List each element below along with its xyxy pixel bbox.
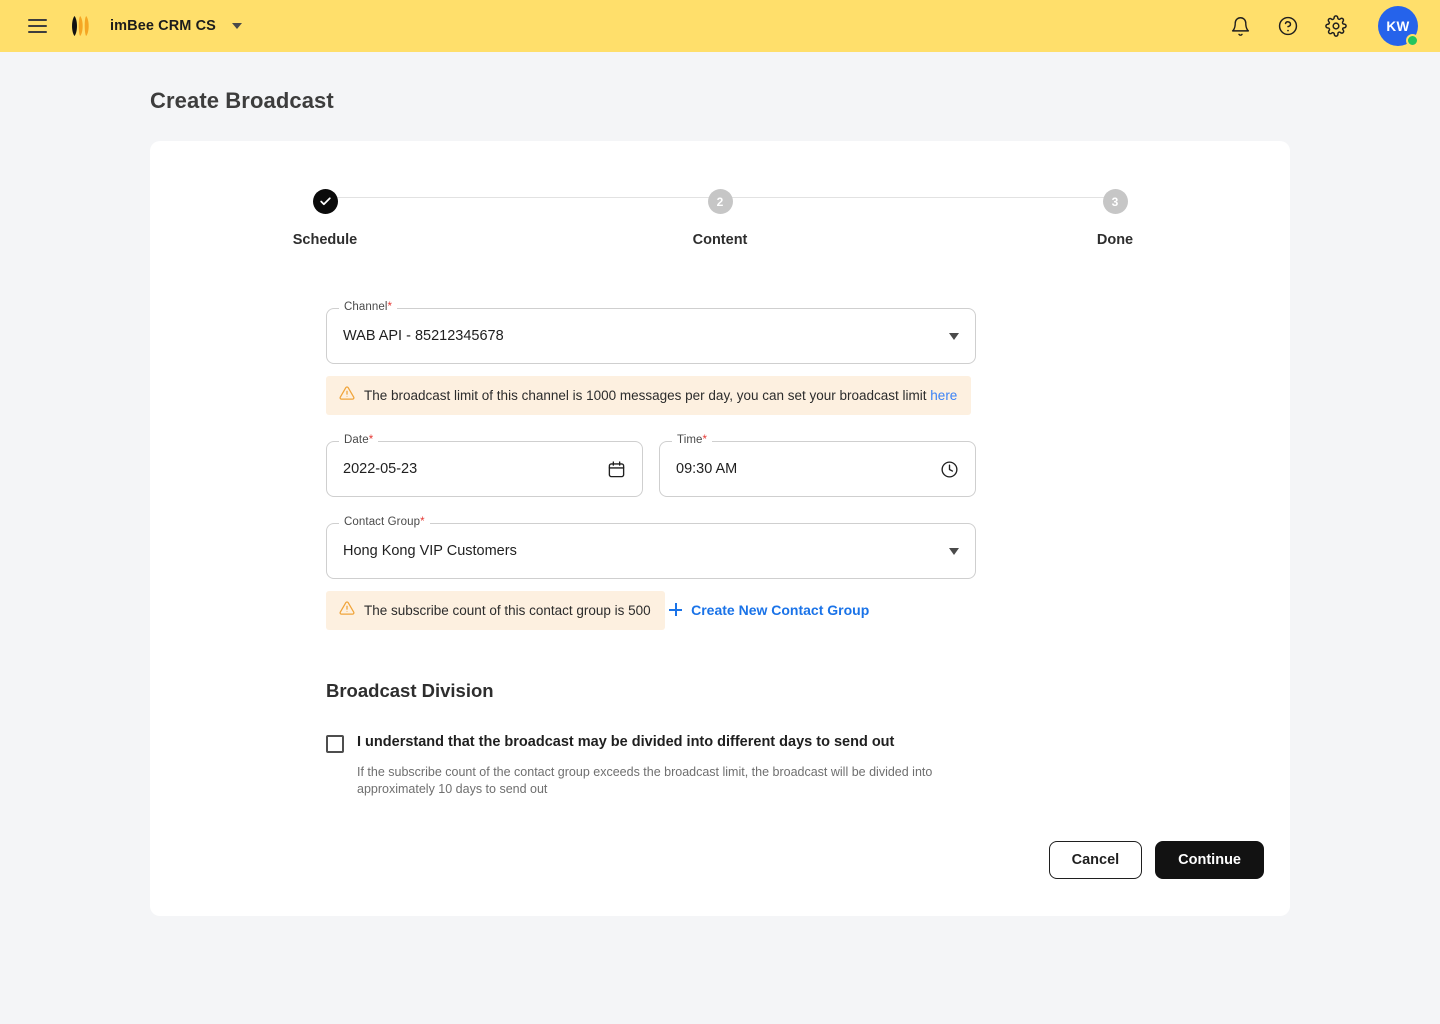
stepper-connector xyxy=(325,196,720,199)
form-actions: Cancel Continue xyxy=(150,797,1290,879)
date-value: 2022-05-23 xyxy=(343,461,418,477)
step-indicator-number: 3 xyxy=(1102,189,1128,214)
hamburger-bar xyxy=(27,25,47,27)
avatar[interactable]: KW xyxy=(1378,6,1419,47)
date-label: Date* xyxy=(339,434,379,446)
contact-group-value: Hong Kong VIP Customers xyxy=(343,543,517,559)
required-asterisk: * xyxy=(702,434,708,446)
broadcast-division-checkbox[interactable] xyxy=(326,735,344,753)
continue-button[interactable]: Continue xyxy=(1155,841,1264,879)
broadcast-division-help-text: If the subscribe count of the contact gr… xyxy=(357,765,933,796)
hamburger-bar xyxy=(27,19,47,21)
subscribe-count-alert: The subscribe count of this contact grou… xyxy=(326,591,665,630)
question-circle-icon[interactable] xyxy=(1276,14,1300,38)
create-new-contact-group-button[interactable]: Create New Contact Group xyxy=(669,602,869,618)
broadcast-limit-link[interactable]: here xyxy=(930,388,957,403)
channel-select[interactable]: Channel* WAB API - 85212345678 xyxy=(326,301,976,364)
create-new-contact-group-label: Create New Contact Group xyxy=(691,601,870,618)
required-asterisk: * xyxy=(387,301,393,313)
required-asterisk: * xyxy=(368,434,374,446)
topbar-right-group: KW xyxy=(1228,6,1419,47)
broadcast-division-title: Broadcast Division xyxy=(326,680,494,701)
channel-label: Channel* xyxy=(339,301,398,313)
warning-triangle-icon xyxy=(339,385,355,406)
chevron-down-icon[interactable] xyxy=(949,332,959,340)
step-label: Content xyxy=(692,232,748,248)
step-label: Done xyxy=(1096,232,1134,248)
bell-icon[interactable] xyxy=(1228,14,1252,38)
chevron-down-icon[interactable] xyxy=(949,547,959,555)
contact-group-select[interactable]: Contact Group* Hong Kong VIP Customers xyxy=(326,516,976,579)
subscribe-count-alert-text: The subscribe count of this contact grou… xyxy=(364,603,651,618)
page-title: Create Broadcast xyxy=(150,88,334,113)
contact-group-label: Contact Group* xyxy=(339,516,430,528)
calendar-icon[interactable] xyxy=(607,460,626,479)
create-broadcast-card: Schedule 2 Content 3 Done Channel* WAB A… xyxy=(150,141,1290,916)
broadcast-division-consent-row[interactable]: I understand that the broadcast may be d… xyxy=(326,734,1290,753)
topbar-left-group: imBee CRM CS xyxy=(22,11,242,41)
clock-icon[interactable] xyxy=(940,460,959,479)
channel-limit-alert: The broadcast limit of this channel is 1… xyxy=(326,376,972,415)
channel-limit-alert-text: The broadcast limit of this channel is 1… xyxy=(364,388,958,403)
cancel-button[interactable]: Cancel xyxy=(1048,841,1143,879)
channel-value: WAB API - 85212345678 xyxy=(343,328,504,344)
time-value: 09:30 AM xyxy=(676,461,738,477)
plus-icon xyxy=(669,603,683,616)
step-indicator-number: 2 xyxy=(707,189,733,214)
presence-indicator xyxy=(1406,34,1419,47)
required-asterisk: * xyxy=(420,516,425,528)
stepper-connector xyxy=(720,196,1115,199)
step-label: Schedule xyxy=(292,232,358,248)
workspace-chevron-down-icon[interactable] xyxy=(231,23,242,29)
warning-triangle-icon xyxy=(339,600,355,621)
step-indicator-check-icon xyxy=(312,189,338,214)
date-time-row: Date* 2022-05-23 Time* 09:30 AM xyxy=(326,434,1290,497)
date-input[interactable]: Date* 2022-05-23 xyxy=(326,434,643,497)
time-input[interactable]: Time* 09:30 AM xyxy=(659,434,976,497)
workspace-name[interactable]: imBee CRM CS xyxy=(110,18,216,34)
time-label: Time* xyxy=(672,434,713,446)
imbee-logo-icon[interactable] xyxy=(66,11,96,41)
broadcast-schedule-form: Channel* WAB API - 85212345678 The broad… xyxy=(150,248,1290,797)
stepper: Schedule 2 Content 3 Done xyxy=(293,141,1133,248)
gear-icon[interactable] xyxy=(1324,14,1348,38)
broadcast-division-checkbox-label: I understand that the broadcast may be d… xyxy=(357,734,895,750)
hamburger-menu-icon[interactable] xyxy=(22,11,52,41)
top-navigation-bar: imBee CRM CS KW xyxy=(0,0,1440,52)
hamburger-bar xyxy=(27,31,47,33)
